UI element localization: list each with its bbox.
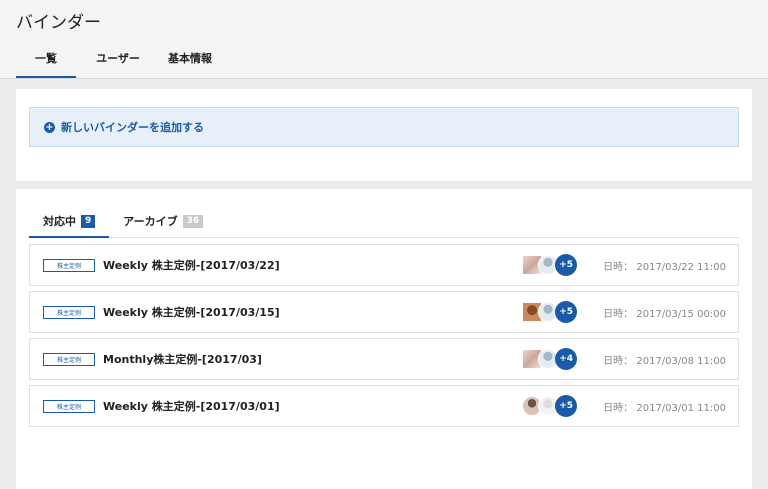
tab-users[interactable]: ユーザー bbox=[88, 40, 148, 78]
date-prefix: 日時： bbox=[603, 355, 634, 367]
meeting-datetime: 日時： 2017/03/08 11:00 bbox=[603, 352, 726, 367]
main-tabs: 一覧 ユーザー 基本情報 bbox=[0, 40, 768, 79]
binder-row[interactable]: 株主定例 Weekly 株主定例-[2017/03/15] +5 日時： 201… bbox=[29, 291, 739, 333]
date-value: 2017/03/08 11:00 bbox=[636, 355, 726, 367]
binder-title: Weekly 株主定例-[2017/03/15] bbox=[103, 306, 280, 319]
more-members-badge: +5 bbox=[555, 254, 578, 276]
add-panel: + 新しいバインダーを追加する bbox=[16, 89, 752, 181]
binder-title: Weekly 株主定例-[2017/03/01] bbox=[103, 400, 280, 413]
date-value: 2017/03/01 11:00 bbox=[636, 402, 726, 414]
date-prefix: 日時： bbox=[603, 402, 634, 414]
binder-title: Weekly 株主定例-[2017/03/22] bbox=[103, 259, 280, 272]
archive-count-badge: 36 bbox=[182, 214, 204, 228]
binder-title: Monthly株主定例-[2017/03] bbox=[103, 353, 262, 366]
more-members-badge: +5 bbox=[555, 395, 578, 417]
active-count-badge: 9 bbox=[81, 214, 96, 228]
tab-basic-info[interactable]: 基本情報 bbox=[160, 40, 220, 78]
subtab-active[interactable]: 対応中 9 bbox=[29, 213, 110, 238]
date-prefix: 日時： bbox=[603, 308, 634, 320]
date-value: 2017/03/22 11:00 bbox=[636, 261, 726, 273]
subtab-active-label: 対応中 bbox=[43, 215, 76, 228]
category-tag: 株主定例 bbox=[43, 305, 95, 319]
binder-list-panel: 対応中 9 アーカイブ 36 株主定例 Weekly 株主定例-[2017/03… bbox=[16, 189, 752, 489]
category-tag: 株主定例 bbox=[43, 258, 95, 272]
member-avatars: +4 bbox=[522, 348, 578, 370]
plus-circle-icon: + bbox=[44, 121, 55, 133]
tab-list[interactable]: 一覧 bbox=[16, 40, 76, 78]
member-avatars: +5 bbox=[522, 395, 578, 417]
add-binder-button[interactable]: + 新しいバインダーを追加する bbox=[29, 107, 739, 147]
binder-row[interactable]: 株主定例 Weekly 株主定例-[2017/03/01] +5 日時： 201… bbox=[29, 385, 739, 427]
category-tag: 株主定例 bbox=[43, 399, 95, 413]
meeting-datetime: 日時： 2017/03/01 11:00 bbox=[603, 399, 726, 414]
binder-row[interactable]: 株主定例 Monthly株主定例-[2017/03] +4 日時： 2017/0… bbox=[29, 338, 739, 380]
binder-row[interactable]: 株主定例 Weekly 株主定例-[2017/03/22] +5 日時： 201… bbox=[29, 244, 739, 286]
date-value: 2017/03/15 00:00 bbox=[636, 308, 726, 320]
more-members-badge: +4 bbox=[555, 348, 578, 370]
category-tag: 株主定例 bbox=[43, 352, 95, 366]
date-prefix: 日時： bbox=[603, 261, 634, 273]
meeting-datetime: 日時： 2017/03/15 00:00 bbox=[603, 305, 726, 320]
status-subtabs: 対応中 9 アーカイブ 36 bbox=[29, 209, 739, 238]
page-title: バインダー bbox=[16, 12, 101, 33]
subtab-archive[interactable]: アーカイブ 36 bbox=[109, 213, 217, 238]
member-avatars: +5 bbox=[522, 301, 578, 323]
meeting-datetime: 日時： 2017/03/22 11:00 bbox=[603, 258, 726, 273]
add-binder-label: 新しいバインダーを追加する bbox=[61, 121, 204, 134]
more-members-badge: +5 bbox=[555, 301, 578, 323]
app-header: バインダー bbox=[0, 0, 768, 40]
subtab-archive-label: アーカイブ bbox=[123, 215, 178, 228]
member-avatars: +5 bbox=[522, 254, 578, 276]
